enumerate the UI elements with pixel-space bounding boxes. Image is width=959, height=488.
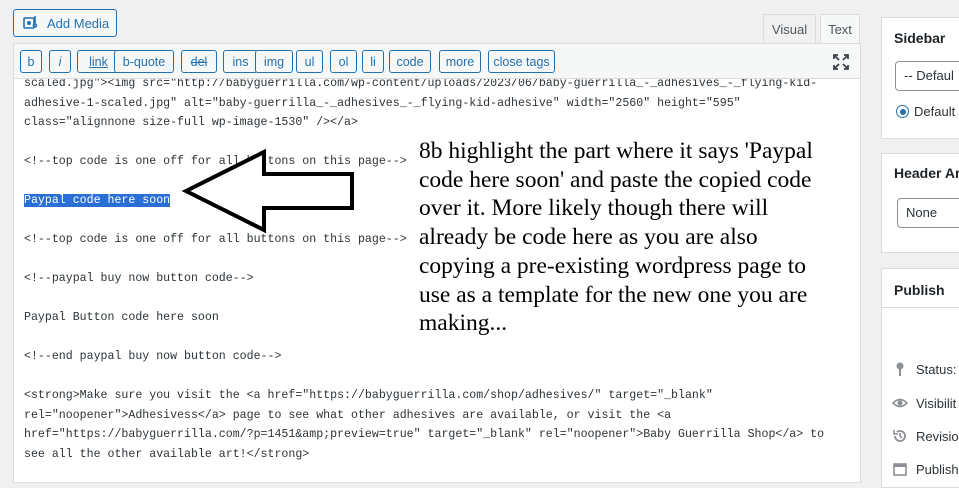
quicktag-more-button[interactable]: more <box>439 50 481 73</box>
code-line: <strong>Make sure you visit the <a href=… <box>24 389 713 402</box>
header-area-title: Header Ar <box>894 165 959 181</box>
tab-text-label: Text <box>828 21 852 37</box>
status-row: Status: <box>892 361 956 377</box>
annotation-line: making... <box>419 310 508 337</box>
pin-icon <box>892 361 908 377</box>
annotation-line: use as a template for the new one you ar… <box>419 281 808 308</box>
sidebar-box-title: Sidebar <box>894 30 946 46</box>
revisions-row: Revision <box>892 428 959 444</box>
eye-icon <box>892 395 908 411</box>
status-label: Status: <box>916 361 957 377</box>
selected-text: Paypal code here soon <box>24 194 171 207</box>
quicktag-del-button[interactable]: del <box>181 50 217 73</box>
quicktag-b-quote-button[interactable]: b-quote <box>114 50 174 73</box>
tab-visual[interactable]: Visual <box>763 14 816 43</box>
annotation-line: 8b highlight the part where it says 'Pay… <box>419 138 813 164</box>
annotation-arrow-icon <box>181 148 354 234</box>
annotation-line: already be code here as you are also <box>419 224 758 251</box>
default-radio[interactable] <box>896 105 909 118</box>
fullscreen-icon[interactable] <box>832 53 850 71</box>
quicktag-i-button[interactable]: i <box>49 50 71 73</box>
quicktag-img-button[interactable]: img <box>255 50 293 73</box>
annotation-line: over it. More likely though there will <box>419 195 769 222</box>
media-icon <box>23 15 39 31</box>
add-media-button[interactable]: Add Media <box>13 9 117 37</box>
visibility-row: Visibilit <box>892 395 956 411</box>
tab-text[interactable]: Text <box>820 14 860 43</box>
annotation-line: copying a pre-existing wordpress page to <box>419 252 806 279</box>
code-line: <!--end paypal buy now button code--> <box>24 350 282 363</box>
code-line: scaled.jpg"><img src="http://babyguerril… <box>24 79 818 90</box>
quicktag-code-button[interactable]: code <box>389 50 431 73</box>
quicktag-ins-button[interactable]: ins <box>223 50 258 73</box>
publish-date-row: Publish <box>892 461 959 477</box>
quicktags-toolbar: b i link b-quote del ins img ul ol li co… <box>14 44 860 79</box>
tab-visual-label: Visual <box>771 21 808 37</box>
header-area-meta-box: Header Ar None <box>881 153 959 253</box>
code-line: class="alignnone size-full wp-image-1530… <box>24 116 358 129</box>
default-radio-label: Default <box>914 104 956 119</box>
visibility-label: Visibilit <box>916 395 957 411</box>
annotation-text: 8b highlight the part where it says 'Pay… <box>419 137 899 338</box>
code-line: adhesive-1-scaled.jpg" alt="baby-guerril… <box>24 96 741 110</box>
quicktag-ol-button[interactable]: ol <box>330 50 357 73</box>
history-icon <box>892 428 908 444</box>
annotation-line: code here soon' and paste the copied cod… <box>419 166 812 193</box>
add-media-label: Add Media <box>47 15 110 31</box>
code-line: href="https://babyguerrilla.com/?p=1451&… <box>24 428 825 441</box>
quicktag-b-button[interactable]: b <box>20 50 42 73</box>
sidebar-meta-box: Sidebar -- Defaul Default <box>881 17 959 139</box>
code-line: rel="noopener">Adhesivess</a> page to se… <box>24 408 672 422</box>
quicktag-li-button[interactable]: li <box>362 50 384 73</box>
revisions-label: Revision <box>916 428 959 444</box>
publish-date-label: Publish <box>916 461 959 477</box>
quicktag-ul-button[interactable]: ul <box>296 50 323 73</box>
sidebar-select[interactable]: -- Defaul <box>895 61 959 91</box>
code-line: see all the other available art!</strong… <box>24 447 310 461</box>
publish-title: Publish <box>894 282 945 298</box>
quicktag-close-tags-button[interactable]: close tags <box>488 50 555 73</box>
header-select[interactable]: None <box>897 198 959 228</box>
calendar-icon <box>892 461 908 477</box>
publish-meta-box: Publish Status: Visibilit Revision Publi… <box>881 268 959 488</box>
